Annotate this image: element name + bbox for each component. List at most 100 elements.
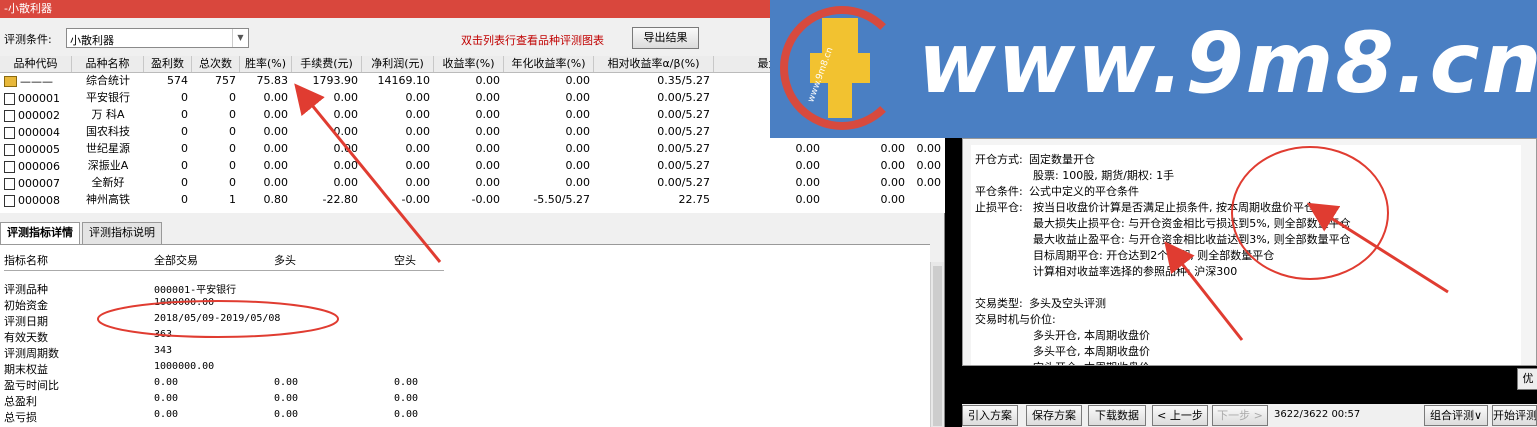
table-cell-name: 神州高铁: [86, 193, 130, 206]
optimize-button[interactable]: 优化: [1517, 368, 1537, 390]
column-header[interactable]: 品种代码: [0, 56, 72, 72]
table-cell-annual: -5.50/5.27: [533, 193, 590, 206]
table-cell-code: 000002: [0, 107, 72, 124]
document-icon: [4, 194, 15, 207]
table-cell-fee: 0.00: [333, 108, 359, 121]
table-cell-win: 0: [181, 108, 188, 121]
chevron-down-icon[interactable]: ▼: [232, 29, 248, 47]
table-cell-rel: 0.00/5.27: [657, 91, 710, 104]
detail-cell-all: 0.00: [154, 393, 179, 404]
condition-select[interactable]: 小散利器 ▼: [66, 28, 249, 48]
table-cell-yield: 0.00: [475, 74, 501, 87]
table-cell-x1: 0.00: [880, 176, 906, 189]
bottom-toolbar: 引入方案 保存方案 下载数据 < 上一步 下一步 > 3622/3622 00:…: [962, 404, 1537, 427]
detail-row: 总盈利 0.00 0.00 0.00: [4, 393, 444, 409]
download-data-button[interactable]: 下载数据: [1088, 405, 1146, 426]
column-header[interactable]: 总次数: [192, 56, 240, 72]
table-cell-x1: 0.00: [880, 159, 906, 172]
table-row[interactable]: 000008 神州高铁 0 1 0.80 -22.80 -0.00 -0.00 -5.50/5.…: [0, 192, 945, 209]
table-cell-rate: 0.00: [263, 125, 289, 138]
detail-cell-short: 0.00: [394, 393, 419, 404]
table-row[interactable]: 000006 深振业A 0 0 0.00 0.00 0.00 0.00 0.00 0.00/5.2…: [0, 158, 945, 175]
detail-cell-name: 评测周期数: [4, 347, 59, 360]
tab-bar: 评测指标详情 评测指标说明: [0, 222, 164, 244]
detail-cell-name: 期末权益: [4, 363, 48, 376]
detail-cell-all: 0.00: [154, 377, 179, 388]
table-cell-total: 0: [229, 108, 236, 121]
column-header[interactable]: 净利润(元): [362, 56, 434, 72]
table-cell-max: 0.00: [795, 159, 821, 172]
table-row[interactable]: 000005 世纪星源 0 0 0.00 0.00 0.00 0.00 0.00 0.00/5.2…: [0, 141, 945, 158]
table-cell-fee: -22.80: [322, 193, 358, 206]
combo-eval-button[interactable]: 组合评测∨: [1424, 405, 1488, 426]
table-cell-x1: 0.00: [880, 142, 906, 155]
column-header[interactable]: 品种名称: [72, 56, 144, 72]
table-cell-x2: 0.00: [916, 159, 942, 172]
save-plan-button[interactable]: 保存方案: [1026, 405, 1082, 426]
column-header[interactable]: 收益率(%): [434, 56, 504, 72]
document-icon: [4, 160, 15, 173]
table-cell-win: 0: [181, 125, 188, 138]
table-cell-total: 0: [229, 125, 236, 138]
table-cell-rel: 0.00/5.27: [657, 176, 710, 189]
table-row[interactable]: 000007 全新好 0 0 0.00 0.00 0.00 0.00 0.00 0.00/5.27…: [0, 175, 945, 192]
column-header[interactable]: 胜率(%): [240, 56, 292, 72]
table-cell-annual: 0.00: [565, 74, 591, 87]
detail-col-all: 全部交易: [154, 254, 198, 267]
setting-key: 开仓方式:: [975, 153, 1023, 166]
export-button[interactable]: 导出结果: [632, 27, 699, 49]
document-icon: [4, 143, 15, 156]
detail-cell-short: 0.00: [394, 377, 419, 388]
table-cell-max: 0.00: [795, 193, 821, 206]
start-eval-button[interactable]: 开始评测: [1492, 405, 1537, 426]
condition-label: 评测条件:: [4, 33, 52, 46]
detail-cell-long: 0.00: [274, 409, 299, 420]
scrollbar-thumb[interactable]: [933, 266, 942, 426]
detail-cell-all: 363: [154, 329, 173, 340]
setting-value: 股票: 100股, 期货/期权: 1手: [1033, 169, 1175, 182]
table-cell-name: 国农科技: [86, 125, 130, 138]
table-cell-x2: [909, 192, 945, 209]
detail-cell-name: 有效天数: [4, 331, 48, 344]
setting-value: 最大收益止盈平仓: 与开仓资金相比收益达到3%, 则全部数量平仓: [1033, 233, 1351, 246]
detail-col-short: 空头: [394, 254, 416, 267]
detail-cell-name: 评测品种: [4, 283, 48, 296]
table-cell-total: 757: [215, 74, 236, 87]
column-header[interactable]: 盈利数: [144, 56, 192, 72]
detail-scrollbar[interactable]: [930, 262, 944, 427]
table-cell-rate: 0.00: [263, 91, 289, 104]
tab-detail[interactable]: 评测指标详情: [0, 222, 80, 244]
watermark-text: www.9m8.cn: [918, 14, 1537, 112]
detail-cell-name: 评测日期: [4, 315, 48, 328]
table-cell-code: 000004: [0, 124, 72, 141]
prev-step-button[interactable]: < 上一步: [1152, 405, 1208, 426]
table-cell-code: 000005: [0, 141, 72, 158]
table-cell-yield: 0.00: [475, 159, 501, 172]
table-cell-profit: 0.00: [405, 159, 431, 172]
stock-code: 000004: [18, 125, 60, 139]
table-cell-fee: 1793.90: [312, 74, 359, 87]
column-header[interactable]: 相对收益率α/β(%): [594, 56, 714, 72]
stock-code: 000006: [18, 159, 60, 173]
setting-value: 最大损失止损平仓: 与开仓资金相比亏损达到5%, 则全部数量平仓: [1033, 217, 1351, 230]
detail-col-long: 多头: [274, 254, 296, 267]
summary-icon: [4, 76, 17, 87]
next-step-button[interactable]: 下一步 >: [1212, 405, 1268, 426]
column-header[interactable]: 年化收益率(%): [504, 56, 594, 72]
table-cell-annual: 0.00: [565, 142, 591, 155]
detail-header: 指标名称 全部交易 多头 空头: [4, 249, 444, 271]
detail-cell-all: 1000000.00: [154, 297, 215, 308]
detail-cell-long: 0.00: [274, 393, 299, 404]
detail-row: 初始资金 1000000.00: [4, 297, 444, 313]
detail-cell-all: 343: [154, 345, 173, 356]
table-cell-total: 0: [229, 142, 236, 155]
column-header[interactable]: 手续费(元): [292, 56, 362, 72]
tab-explanation[interactable]: 评测指标说明: [82, 222, 162, 244]
table-cell-annual: 0.00: [565, 125, 591, 138]
setting-value: 公式中定义的平仓条件: [1029, 185, 1139, 198]
table-cell-rel: 22.75: [678, 193, 711, 206]
table-cell-yield: 0.00: [475, 176, 501, 189]
import-plan-button[interactable]: 引入方案: [962, 405, 1018, 426]
table-cell-name: 世纪星源: [86, 142, 130, 155]
settings-summary-text: 开仓方式: 固定数量开仓 股票: 100股, 期货/期权: 1手 平仓条件: 公式中定义…: [971, 145, 1521, 365]
